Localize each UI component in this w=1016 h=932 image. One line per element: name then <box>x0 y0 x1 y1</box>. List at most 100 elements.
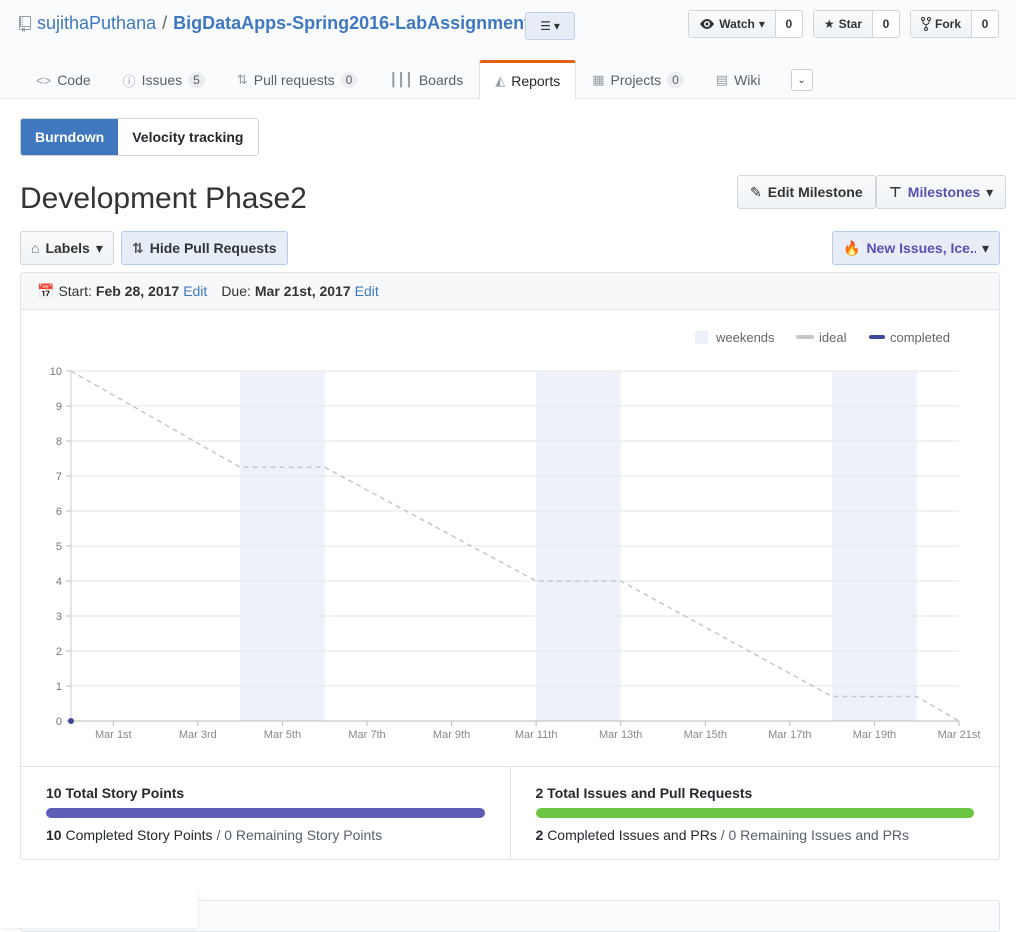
tab-reports[interactable]: ◭ Reports <box>479 60 577 99</box>
graph-icon: ◭ <box>495 73 506 88</box>
milestone-stats: 10 Total Story Points 10 Completed Story… <box>21 766 999 860</box>
edit-milestone-button[interactable]: ✎ Edit Milestone <box>737 175 876 209</box>
y-tick-label: 9 <box>56 401 62 413</box>
tab-projects-label: Projects <box>610 72 662 88</box>
y-tick-label: 8 <box>56 436 62 448</box>
fork-label: Fork <box>934 17 961 31</box>
project-icon: ▦ <box>592 72 605 87</box>
projects-counter: 0 <box>667 72 684 88</box>
star-icon: ★ <box>823 17 835 31</box>
due-label: Due: <box>221 283 251 299</box>
nav-more-dropdown[interactable]: ⌄ <box>790 69 813 91</box>
star-label: Star <box>838 17 862 31</box>
issues-remaining-text: / 0 Remaining Issues and PRs <box>720 827 910 843</box>
x-tick-label: Mar 11th <box>515 729 558 741</box>
y-tick-label: 4 <box>56 576 62 588</box>
star-button[interactable]: ★ Star <box>813 11 873 37</box>
story-remaining-text: / 0 Remaining Story Points <box>216 827 383 843</box>
tab-wiki-label: Wiki <box>734 72 761 88</box>
x-tick-label: Mar 3rd <box>179 729 217 741</box>
calendar-icon: 📅 <box>37 282 55 299</box>
legend-completed-label: completed <box>890 330 950 345</box>
tab-projects[interactable]: ▦ Projects 0 <box>576 60 700 99</box>
chevron-down-icon: ⌄ <box>797 74 806 86</box>
x-tick-label: Mar 19th <box>853 729 896 741</box>
fork-button-group: Fork 0 <box>909 10 999 38</box>
x-tick-label: Mar 15th <box>684 729 727 741</box>
boards-icon: ┃┃┃ <box>389 72 413 87</box>
pagehead-actions: Watch ▾ 0 ★ Star 0 Fork 0 <box>688 10 999 38</box>
edit-milestone-label: Edit Milestone <box>767 184 863 200</box>
zenhub-menu-button[interactable]: ☰ ▾ <box>525 12 575 40</box>
tab-code-label: Code <box>57 72 91 88</box>
watch-count[interactable]: 0 <box>776 11 802 37</box>
velocity-tracking-button[interactable]: Velocity tracking <box>118 119 258 155</box>
tab-issues-label: Issues <box>141 72 183 88</box>
milestone-dates: 📅 Start: Feb 28, 2017 Edit Due: Mar 21st… <box>21 273 999 310</box>
completed-point <box>68 718 74 724</box>
fork-count[interactable]: 0 <box>972 11 998 37</box>
tab-issues[interactable]: ⓘ Issues 5 <box>107 60 221 99</box>
milestone-title: Development Phase2 <box>20 182 307 215</box>
repo-name-link[interactable]: BigDataApps-Spring2016-LabAssignments <box>173 13 540 34</box>
y-tick-label: 3 <box>56 611 62 623</box>
repo-icon <box>19 15 31 32</box>
card-shadow <box>0 888 198 928</box>
labels-filter-button[interactable]: ⌂ Labels ▾ <box>20 231 114 265</box>
edit-start-date-link[interactable]: Edit <box>183 283 207 299</box>
milestone-icon: ⊤ <box>889 183 902 200</box>
y-tick-label: 1 <box>56 681 62 693</box>
y-tick-label: 5 <box>56 541 62 553</box>
repo-header: sujithaPuthana / BigDataApps-Spring2016-… <box>0 0 1016 99</box>
story-points-progress-bar <box>46 808 485 818</box>
issues-completed-text: Completed Issues and PRs <box>547 827 717 843</box>
legend-ideal-label: ideal <box>819 330 847 345</box>
tab-wiki[interactable]: ▤ Wiki <box>700 60 777 99</box>
watch-button-group: Watch ▾ 0 <box>688 10 803 38</box>
y-tick-label: 2 <box>56 646 62 658</box>
issues-title: 2 Total Issues and Pull Requests <box>535 785 753 801</box>
pulls-counter: 0 <box>340 72 358 88</box>
eye-icon <box>700 19 715 29</box>
story-completed-text: Completed Story Points <box>65 827 213 843</box>
watch-label: Watch <box>719 17 755 31</box>
burndown-chart-svg: 0 1 2 3 4 5 6 7 8 9 10 Mar 1st Mar 3rd Mar 5th Mar 7th… <box>50 330 981 741</box>
fork-button[interactable]: Fork <box>910 11 972 37</box>
tab-boards-label: Boards <box>418 72 464 88</box>
x-tick-label: Mar 1st <box>95 729 132 741</box>
star-button-group: ★ Star 0 <box>812 10 900 38</box>
y-tick-label: 0 <box>56 716 62 728</box>
hide-pr-label: Hide Pull Requests <box>149 240 277 256</box>
x-tick-label: Mar 7th <box>348 729 385 741</box>
milestones-dropdown[interactable]: ⊤ Milestones ▾ <box>876 175 1007 209</box>
repo-owner-link[interactable]: sujithaPuthana <box>37 13 156 34</box>
y-tick-label: 6 <box>56 506 62 518</box>
tab-boards[interactable]: ┃┃┃ Boards <box>373 60 479 99</box>
burndown-button[interactable]: Burndown <box>21 119 119 155</box>
issues-progress-bar <box>535 808 974 818</box>
x-tick-label: Mar 17th <box>768 729 811 741</box>
x-tick-label: Mar 9th <box>433 729 470 741</box>
y-tick-label: 10 <box>50 366 62 378</box>
issues-counter: 5 <box>188 72 205 88</box>
x-tick-label: Mar 5th <box>264 729 301 741</box>
pipeline-filter-dropdown[interactable]: 🔥 New Issues, Ice... ▾ <box>832 231 1000 265</box>
tab-code[interactable]: <> Code <box>20 60 107 99</box>
star-count[interactable]: 0 <box>873 11 899 37</box>
watch-button[interactable]: Watch ▾ <box>689 11 776 37</box>
edit-due-date-link[interactable]: Edit <box>355 283 379 299</box>
start-label: Start: <box>58 283 92 299</box>
tab-reports-label: Reports <box>511 73 561 89</box>
caret-down-icon: ▾ <box>553 19 560 33</box>
start-date: Feb 28, 2017 <box>95 283 180 299</box>
book-icon: ▤ <box>715 72 729 87</box>
tab-pull-requests[interactable]: ⇅ Pull requests 0 <box>221 60 374 99</box>
burndown-chart: 0 1 2 3 4 5 6 7 8 9 10 Mar 1st Mar 3rd Mar 5th Mar 7th… <box>21 310 999 766</box>
hide-pull-requests-button[interactable]: ⇅ Hide Pull Requests <box>121 231 288 265</box>
caret-down-icon: ▾ <box>95 239 103 256</box>
issues-summary: 2 Completed Issues and PRs / 0 Remaining… <box>536 827 975 843</box>
list-icon: ☰ <box>540 19 551 33</box>
story-points-stat: 10 Total Story Points 10 Completed Story… <box>21 767 510 860</box>
code-icon: <> <box>36 72 52 88</box>
pencil-icon: ✎ <box>750 183 762 200</box>
